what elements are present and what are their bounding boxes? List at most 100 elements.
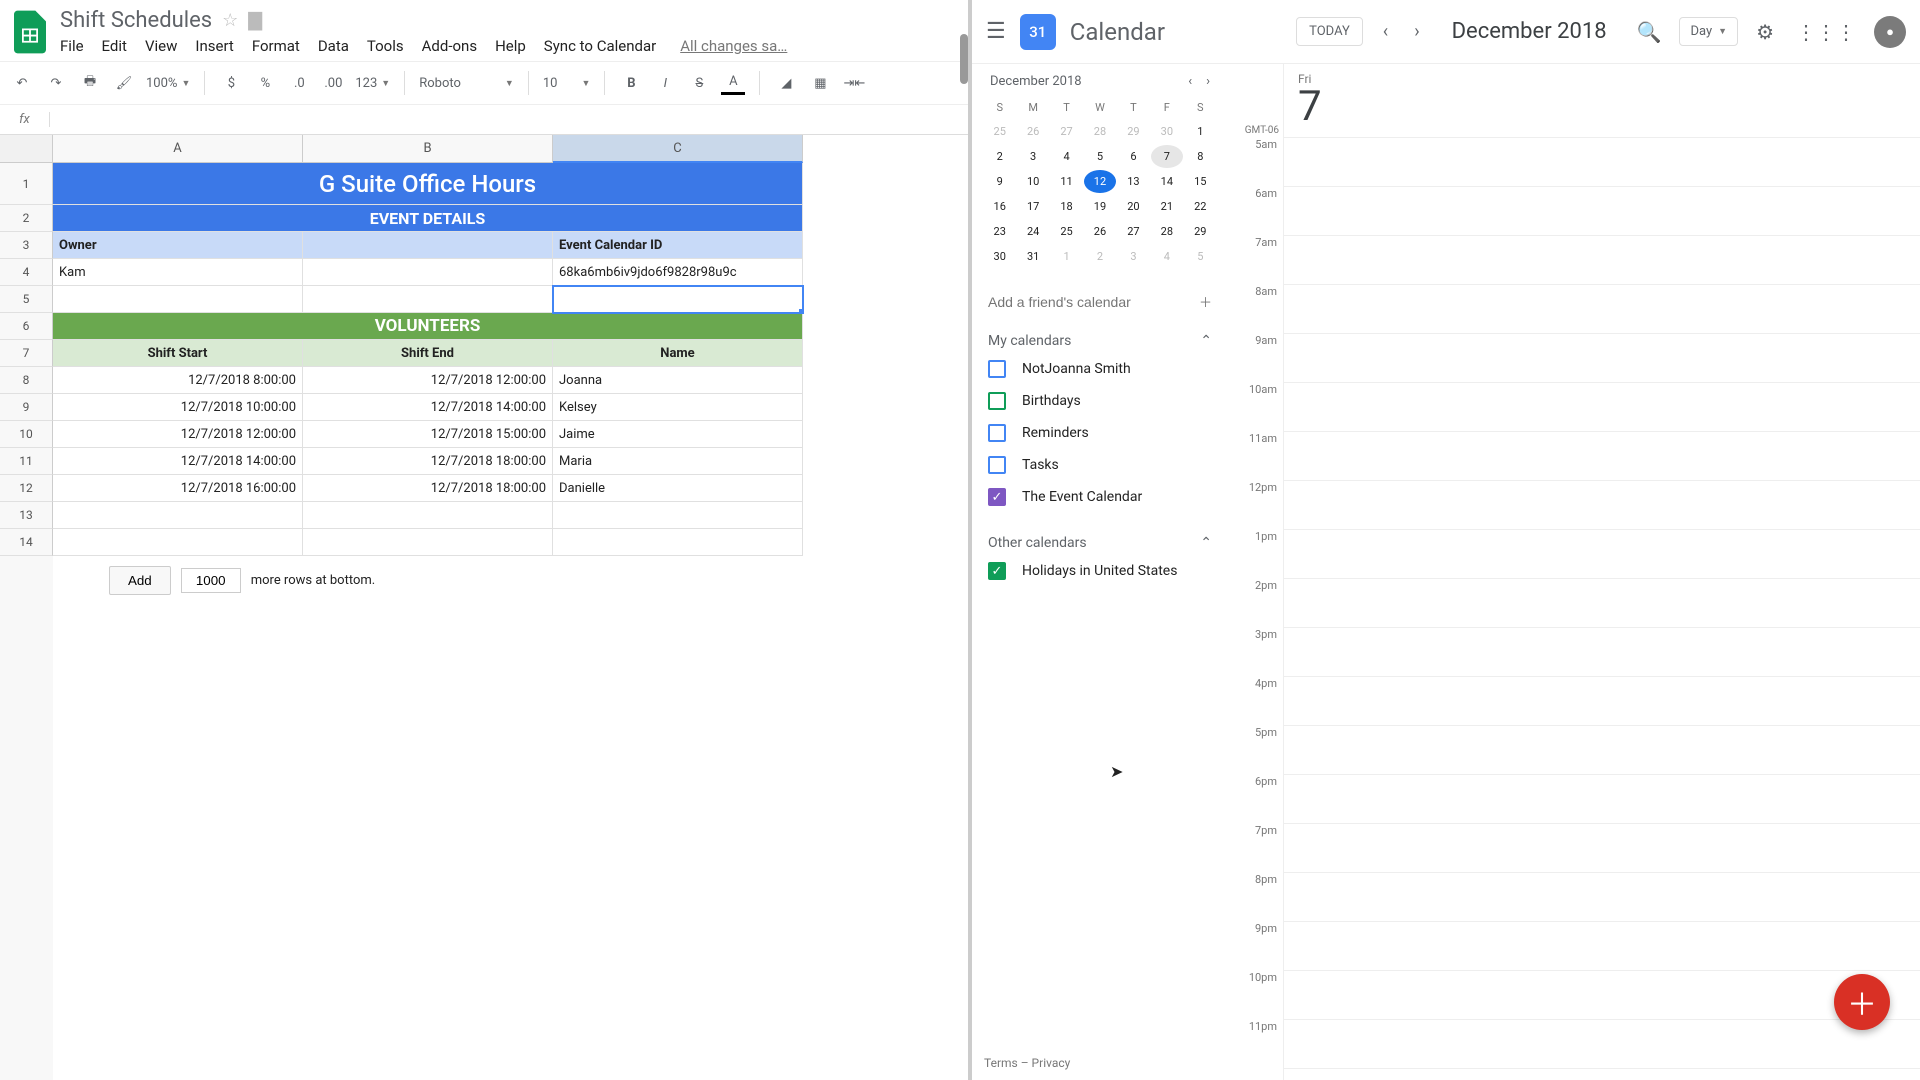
- cell[interactable]: 12/7/2018 10:00:00: [53, 394, 303, 421]
- spreadsheet-grid[interactable]: 1234567891011121314 A B C G Suite Office…: [0, 135, 968, 1080]
- cell[interactable]: 12/7/2018 15:00:00: [303, 421, 553, 448]
- checkbox[interactable]: [988, 392, 1006, 410]
- cell[interactable]: 12/7/2018 18:00:00: [303, 448, 553, 475]
- create-event-fab[interactable]: ＋: [1834, 974, 1890, 1030]
- prev-icon[interactable]: ‹: [1377, 15, 1394, 48]
- mini-day[interactable]: 14: [1151, 170, 1182, 193]
- mini-day[interactable]: 12: [1084, 170, 1115, 193]
- next-icon[interactable]: ›: [1408, 15, 1425, 48]
- apps-icon[interactable]: ⋮⋮⋮: [1792, 16, 1860, 48]
- mini-day[interactable]: 15: [1185, 170, 1216, 193]
- row-header[interactable]: 4: [0, 259, 53, 286]
- mini-day[interactable]: 29: [1118, 120, 1149, 143]
- hour-slot[interactable]: [1284, 481, 1920, 530]
- title-cell[interactable]: G Suite Office Hours: [53, 163, 803, 205]
- hour-slot[interactable]: [1284, 187, 1920, 236]
- cell[interactable]: [553, 502, 803, 529]
- cell[interactable]: Kam: [53, 259, 303, 286]
- row-header[interactable]: 14: [0, 529, 53, 556]
- col-header-cell[interactable]: Shift End: [303, 340, 553, 367]
- cell[interactable]: [553, 529, 803, 556]
- star-icon[interactable]: ☆: [222, 10, 238, 31]
- mini-day[interactable]: 20: [1118, 195, 1149, 218]
- mini-day[interactable]: 9: [984, 170, 1015, 193]
- mini-day[interactable]: 4: [1151, 245, 1182, 268]
- dec-increase-icon[interactable]: .00: [321, 71, 345, 95]
- mini-day[interactable]: 5: [1185, 245, 1216, 268]
- doc-title[interactable]: Shift Schedules: [60, 8, 212, 33]
- checkbox[interactable]: ✓: [988, 488, 1006, 506]
- mini-day[interactable]: 4: [1051, 145, 1082, 168]
- undo-icon[interactable]: ↶: [10, 71, 34, 95]
- mini-day[interactable]: 30: [984, 245, 1015, 268]
- menu-help[interactable]: Help: [495, 37, 526, 55]
- calendar-item[interactable]: Tasks: [984, 449, 1216, 481]
- mini-day[interactable]: 27: [1051, 120, 1082, 143]
- bold-icon[interactable]: B: [619, 71, 643, 95]
- mini-day[interactable]: 26: [1017, 120, 1048, 143]
- menu-tools[interactable]: Tools: [367, 37, 404, 55]
- row-header[interactable]: 5: [0, 286, 53, 313]
- mini-day[interactable]: 21: [1151, 195, 1182, 218]
- cell[interactable]: [303, 529, 553, 556]
- mini-day[interactable]: 26: [1084, 220, 1115, 243]
- hour-slot[interactable]: [1284, 726, 1920, 775]
- hour-slot[interactable]: [1284, 628, 1920, 677]
- row-header[interactable]: 10: [0, 421, 53, 448]
- hour-slot[interactable]: [1284, 922, 1920, 971]
- search-icon[interactable]: 🔍: [1633, 16, 1666, 48]
- hour-slot[interactable]: [1284, 383, 1920, 432]
- mini-day[interactable]: 10: [1017, 170, 1048, 193]
- mini-day[interactable]: 2: [984, 145, 1015, 168]
- scrollbar-thumb[interactable]: [960, 34, 968, 84]
- calendar-item[interactable]: Birthdays: [984, 385, 1216, 417]
- hour-slot[interactable]: [1284, 236, 1920, 285]
- menu-data[interactable]: Data: [318, 37, 349, 55]
- cell[interactable]: [53, 502, 303, 529]
- calendar-item[interactable]: ✓The Event Calendar: [984, 481, 1216, 513]
- collapse-icon[interactable]: ⌃: [1200, 535, 1212, 551]
- hour-slot[interactable]: [1284, 824, 1920, 873]
- mini-day[interactable]: 11: [1051, 170, 1082, 193]
- menu-icon[interactable]: ☰: [986, 19, 1006, 44]
- menu-file[interactable]: File: [60, 37, 84, 55]
- row-header[interactable]: 12: [0, 475, 53, 502]
- text-color-icon[interactable]: A: [721, 71, 745, 95]
- account-avatar[interactable]: ●: [1874, 16, 1906, 48]
- hour-slot[interactable]: [1284, 138, 1920, 187]
- cell[interactable]: 12/7/2018 18:00:00: [303, 475, 553, 502]
- cell[interactable]: [53, 286, 303, 313]
- checkbox[interactable]: [988, 424, 1006, 442]
- formula-bar[interactable]: fx: [0, 105, 968, 135]
- subtitle-cell[interactable]: EVENT DETAILS: [53, 205, 803, 232]
- row-header[interactable]: 6: [0, 313, 53, 340]
- checkbox[interactable]: [988, 456, 1006, 474]
- hour-slot[interactable]: [1284, 971, 1920, 1020]
- mini-next-icon[interactable]: ›: [1206, 74, 1210, 89]
- mini-day[interactable]: 25: [984, 120, 1015, 143]
- row-header[interactable]: 3: [0, 232, 53, 259]
- add-rows-input[interactable]: [181, 568, 241, 593]
- cell[interactable]: 12/7/2018 8:00:00: [53, 367, 303, 394]
- cell[interactable]: 12/7/2018 14:00:00: [303, 394, 553, 421]
- menu-add-ons[interactable]: Add-ons: [422, 37, 477, 55]
- col-header-a[interactable]: A: [53, 135, 303, 163]
- row-header[interactable]: 11: [0, 448, 53, 475]
- add-friend-icon[interactable]: ＋: [1199, 292, 1212, 311]
- mini-day[interactable]: 19: [1084, 195, 1115, 218]
- cell[interactable]: Danielle: [553, 475, 803, 502]
- cell[interactable]: 12/7/2018 12:00:00: [303, 367, 553, 394]
- cell[interactable]: Jaime: [553, 421, 803, 448]
- italic-icon[interactable]: I: [653, 71, 677, 95]
- row-header[interactable]: 7: [0, 340, 53, 367]
- folder-icon[interactable]: ▇: [248, 10, 262, 31]
- borders-icon[interactable]: ▦: [808, 71, 832, 95]
- cell[interactable]: 68ka6mb6iv9jdo6f9828r98u9c: [553, 259, 803, 286]
- footer-links[interactable]: Terms – Privacy: [984, 1056, 1070, 1070]
- cell[interactable]: [303, 502, 553, 529]
- selected-cell[interactable]: [553, 286, 803, 313]
- mini-day[interactable]: 30: [1151, 120, 1182, 143]
- mini-day[interactable]: 13: [1118, 170, 1149, 193]
- header-cell[interactable]: [303, 232, 553, 259]
- cell[interactable]: Joanna: [553, 367, 803, 394]
